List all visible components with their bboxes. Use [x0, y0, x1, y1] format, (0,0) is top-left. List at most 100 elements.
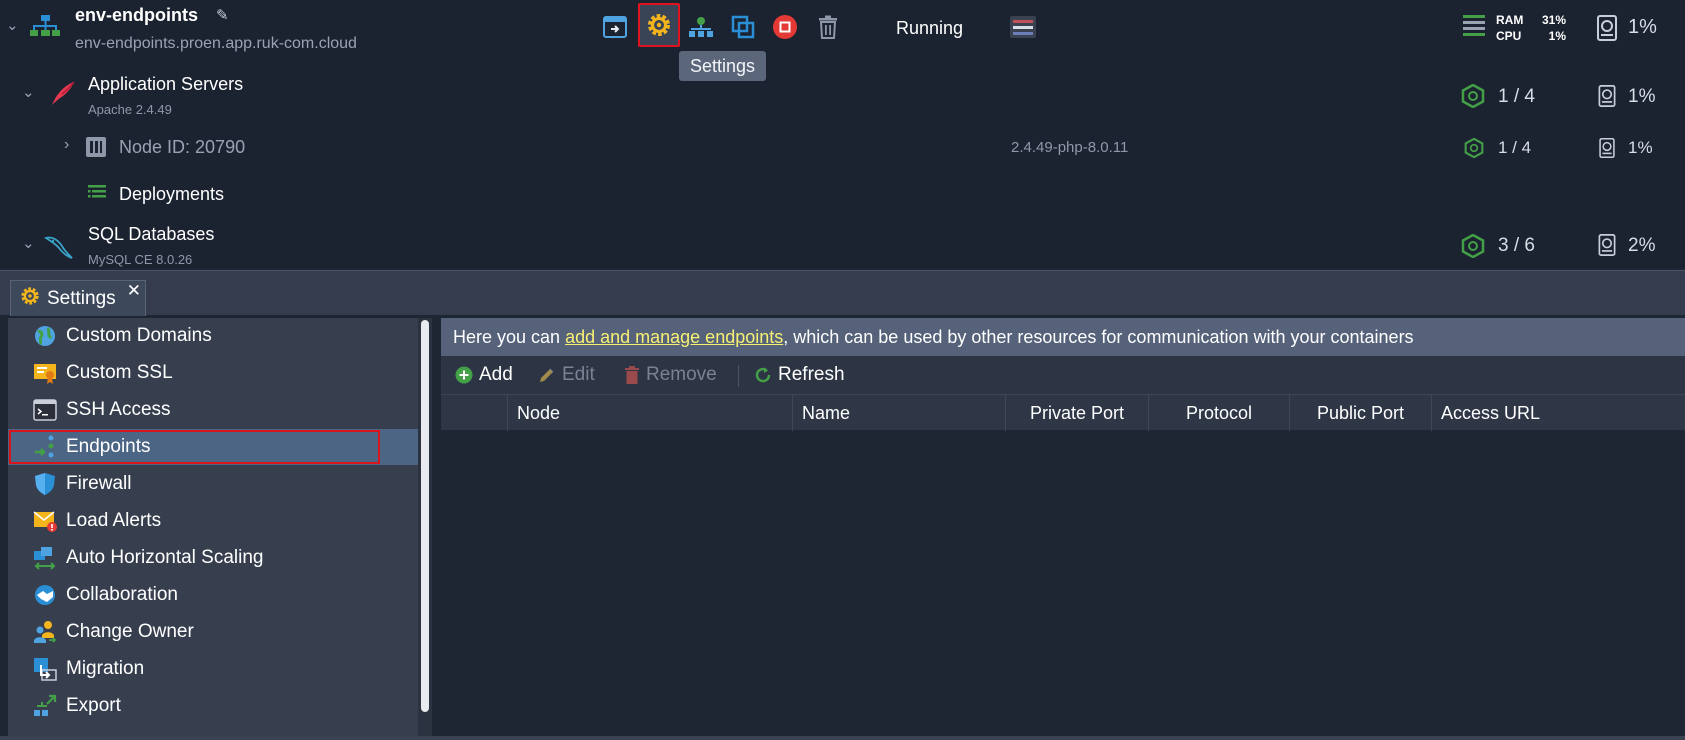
sidebar-scrollbar-thumb[interactable] — [421, 320, 429, 712]
deployments-row[interactable]: Deployments — [0, 170, 1685, 216]
environment-disk-value: 1% — [1628, 16, 1657, 38]
group-node-count[interactable]: 1 / 4 — [1498, 86, 1535, 108]
globe-icon — [33, 324, 57, 348]
sidebar-item-label: Export — [66, 695, 121, 716]
sidebar-item-endpoints[interactable]: Endpoints — [8, 429, 421, 465]
edit-button[interactable]: Edit — [538, 356, 595, 394]
group-name: Application Servers — [88, 74, 244, 94]
server-node-icon — [86, 137, 106, 162]
column-header-protocol[interactable]: Protocol — [1148, 395, 1289, 431]
environment-domain[interactable]: env-endpoints.proen.app.ruk-com.cloud — [75, 35, 357, 53]
chevron-down-icon[interactable]: ⌄ — [22, 83, 35, 101]
environment-topology-icon — [30, 14, 60, 45]
sidebar-item-custom-domains[interactable]: Custom Domains — [8, 318, 421, 354]
cpu-label: CPU — [1496, 29, 1522, 43]
ram-label: RAM — [1496, 13, 1524, 27]
stop-environment-button[interactable] — [770, 12, 800, 42]
chevron-down-icon[interactable]: ⌄ — [6, 16, 19, 34]
certificate-icon — [33, 361, 57, 385]
environment-row[interactable]: ⌄ env-endpoints ✎ env-endpoints.proen.ap… — [0, 0, 1685, 66]
close-icon[interactable]: ✕ — [127, 281, 141, 301]
disk-icon — [1598, 85, 1616, 112]
sidebar-item-label: Auto Horizontal Scaling — [66, 547, 264, 568]
info-bar: Here you can add and manage endpoints , … — [441, 318, 1685, 356]
sidebar-item-label: Change Owner — [66, 621, 194, 642]
sidebar-item-load-alerts[interactable]: Load Alerts — [8, 503, 421, 539]
refresh-label: Refresh — [778, 364, 845, 385]
disk-icon — [1598, 234, 1616, 261]
refresh-button[interactable]: Refresh — [754, 356, 845, 394]
group-name: SQL Databases — [88, 224, 215, 244]
info-suffix: , which can be used by other resources f… — [783, 326, 1414, 347]
gear-icon — [648, 14, 670, 36]
column-header-access-url[interactable]: Access URL — [1431, 395, 1685, 431]
column-header-private-port[interactable]: Private Port — [1005, 395, 1148, 431]
settings-button[interactable] — [638, 3, 680, 47]
add-label: Add — [479, 364, 513, 385]
change-topology-button[interactable] — [686, 12, 716, 42]
delete-environment-button[interactable] — [813, 12, 843, 42]
node-count[interactable]: 1 / 4 — [1498, 138, 1531, 158]
node-id[interactable]: Node ID: 20790 — [119, 137, 245, 158]
group-row-sql-databases[interactable]: ⌄ SQL Databases MySQL CE 8.0.26 3 / 6 2% — [0, 216, 1685, 268]
toolbar-separator — [738, 365, 739, 387]
environment-name[interactable]: env-endpoints — [75, 5, 198, 26]
sidebar-item-firewall[interactable]: Firewall — [8, 466, 421, 502]
selection-highlight — [9, 430, 380, 464]
add-manage-endpoints-link[interactable]: add and manage endpoints — [565, 327, 783, 348]
open-in-browser-button[interactable] — [600, 12, 630, 42]
sidebar-item-collaboration[interactable]: Collaboration — [8, 577, 421, 613]
remove-button[interactable]: Remove — [624, 356, 717, 394]
envelope-alert-icon — [33, 509, 57, 533]
sidebar-item-change-owner[interactable]: Change Owner — [8, 614, 421, 650]
group-row-application-servers[interactable]: ⌄ Application Servers Apache 2.4.49 1 / … — [0, 66, 1685, 124]
action-toolbar: Add Edit Remove Refresh — [441, 356, 1685, 394]
remove-label: Remove — [646, 364, 717, 385]
group-version: MySQL CE 8.0.26 — [88, 252, 193, 267]
region-flag-icon[interactable] — [1010, 16, 1036, 38]
mysql-dolphin-icon — [43, 234, 74, 265]
environment-status: Running — [896, 18, 964, 38]
sidebar-item-custom-ssl[interactable]: Custom SSL — [8, 355, 421, 391]
bottom-border — [0, 736, 1685, 740]
panel-tab-bar: Settings ✕ — [0, 270, 1685, 316]
sidebar-item-label: Custom SSL — [66, 362, 173, 383]
export-icon — [33, 694, 57, 718]
nodes-hex-icon — [1461, 83, 1485, 113]
endpoints-table-header: Node Name Private Port Protocol Public P… — [441, 394, 1685, 431]
chevron-down-icon[interactable]: ⌄ — [22, 234, 35, 252]
sidebar-item-label: Collaboration — [66, 584, 178, 605]
sidebar-item-label: Load Alerts — [66, 510, 162, 531]
sidebar-item-export[interactable]: Export — [8, 688, 421, 724]
sidebar-item-migration[interactable]: Migration — [8, 651, 421, 687]
info-prefix: Here you can — [453, 326, 566, 347]
column-header-name[interactable]: Name — [792, 395, 1005, 431]
node-tag: 2.4.49-php-8.0.11 — [1011, 139, 1129, 156]
group-disk-value: 2% — [1628, 235, 1656, 256]
group-node-count[interactable]: 3 / 6 — [1498, 235, 1535, 257]
column-header-node[interactable]: Node — [507, 395, 792, 431]
tab-label: Settings — [47, 287, 116, 309]
column-header-public-port[interactable]: Public Port — [1289, 395, 1431, 431]
terminal-icon — [33, 398, 57, 422]
clone-environment-button[interactable] — [728, 12, 758, 42]
ram-cpu-icon — [1462, 13, 1486, 44]
node-row[interactable]: › Node ID: 20790 2.4.49-php-8.0.11 1 / 4… — [0, 124, 1685, 170]
pencil-icon — [540, 368, 554, 382]
disk-icon — [1599, 138, 1615, 163]
trash-icon — [819, 15, 837, 39]
chevron-right-icon[interactable]: › — [64, 136, 69, 154]
plus-circle-icon — [455, 366, 473, 384]
browser-icon — [603, 16, 627, 38]
cpu-value: 1% — [1548, 29, 1566, 43]
pencil-icon[interactable]: ✎ — [216, 6, 229, 24]
deployments-label[interactable]: Deployments — [119, 184, 224, 205]
ram-value: 31% — [1541, 13, 1566, 27]
sidebar-item-ssh-access[interactable]: SSH Access — [8, 392, 421, 428]
sidebar-item-label: Firewall — [66, 473, 132, 494]
users-icon — [33, 620, 57, 644]
sidebar-item-label: Custom Domains — [66, 325, 212, 346]
tab-settings[interactable]: Settings ✕ — [10, 280, 146, 316]
sidebar-item-auto-horizontal-scaling[interactable]: Auto Horizontal Scaling — [8, 540, 421, 576]
add-button[interactable]: Add — [455, 356, 513, 394]
